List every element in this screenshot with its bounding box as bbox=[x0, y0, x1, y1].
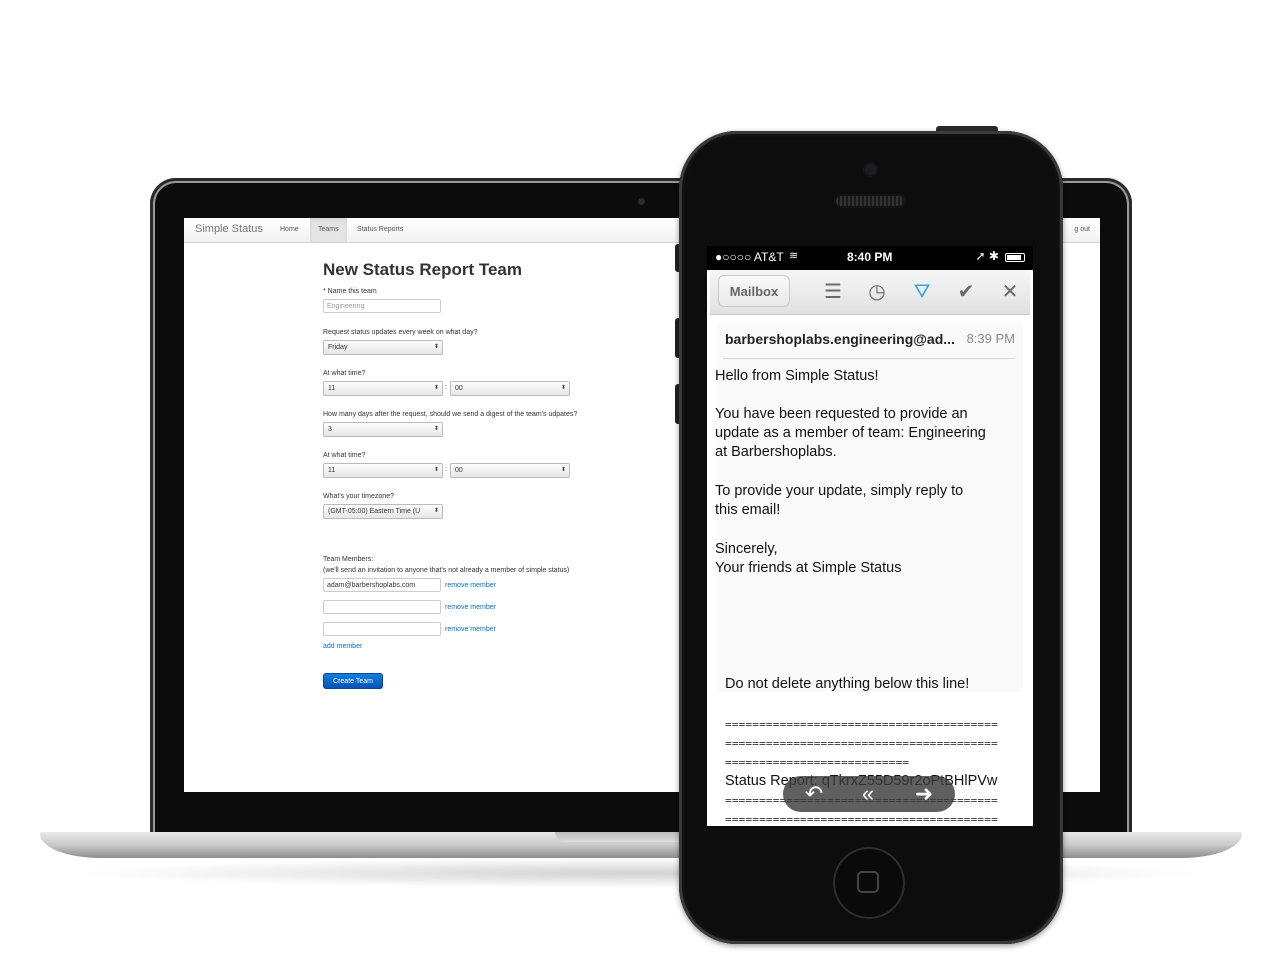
signoff-line: Your friends at Simple Status bbox=[715, 560, 902, 576]
time2-label: At what time? bbox=[323, 452, 366, 459]
time1-minute-select[interactable]: 00 ⬍ bbox=[450, 381, 570, 396]
select-arrows-icon: ⬍ bbox=[433, 508, 439, 514]
body-line: To provide your update, simply reply to bbox=[715, 483, 964, 499]
team-name-input[interactable]: Engineering bbox=[323, 299, 441, 313]
member-email-input-3[interactable] bbox=[323, 622, 441, 636]
nav-teams[interactable]: Teams bbox=[310, 218, 347, 242]
sender-address: barbershoplabs.engineering@ad... bbox=[725, 331, 955, 347]
time1-minute-value: 00 bbox=[455, 385, 463, 392]
phone-speaker bbox=[836, 196, 904, 206]
time-separator: : bbox=[445, 384, 447, 391]
digest-days-select[interactable]: 3 ⬍ bbox=[323, 422, 443, 437]
status-time: 8:40 PM bbox=[847, 250, 893, 264]
nav-home[interactable]: Home bbox=[272, 218, 307, 242]
remove-member-link-3[interactable]: remove member bbox=[445, 626, 496, 633]
select-arrows-icon: ⬍ bbox=[433, 344, 439, 350]
phone-front-camera bbox=[865, 164, 876, 175]
laptop-camera bbox=[638, 198, 645, 205]
reply-all-icon[interactable]: « bbox=[853, 780, 883, 808]
body-line: this email! bbox=[715, 502, 781, 518]
carrier-signal: ●○○○○ AT&T bbox=[715, 250, 784, 264]
team-members-label: Team Members: bbox=[323, 556, 374, 563]
remove-member-link-1[interactable]: remove member bbox=[445, 582, 496, 589]
timezone-label: What's your timezone? bbox=[323, 493, 394, 500]
timezone-select[interactable]: (GMT-05:00) Eastern Time (U ⬍ bbox=[323, 504, 443, 519]
create-team-button[interactable]: Create Team bbox=[323, 673, 383, 689]
home-square-icon bbox=[857, 871, 879, 893]
greeting-line: Hello from Simple Status! bbox=[715, 368, 879, 384]
member-email-input-2[interactable] bbox=[323, 600, 441, 614]
time1-hour-select[interactable]: 11 ⬍ bbox=[323, 381, 443, 396]
body-line: You have been requested to provide an bbox=[715, 406, 968, 422]
archive-tray-icon[interactable]: ⛛ bbox=[909, 279, 935, 305]
time2-hour-value: 11 bbox=[328, 467, 336, 474]
digest-days-value: 3 bbox=[328, 426, 332, 433]
separator-line: ======================================== bbox=[725, 737, 998, 750]
battery-icon bbox=[1005, 253, 1025, 262]
checkmark-icon[interactable]: ✔ bbox=[953, 279, 979, 305]
body-line: at Barbershoplabs. bbox=[715, 444, 837, 460]
separator-line: =========================== bbox=[725, 756, 910, 769]
remove-member-link-2[interactable]: remove member bbox=[445, 604, 496, 611]
clock-icon[interactable]: ◷ bbox=[864, 279, 890, 305]
close-icon[interactable]: ✕ bbox=[997, 279, 1023, 305]
day-select[interactable]: Friday ⬍ bbox=[323, 340, 443, 355]
digest-label: How many days after the request, should … bbox=[323, 411, 578, 418]
time2-minute-value: 00 bbox=[455, 467, 463, 474]
mail-toolbar: Mailbox ☰ ◷ ⛛ ✔ ✕ bbox=[710, 270, 1030, 315]
separator-line: ======================================== bbox=[725, 718, 998, 731]
reply-icon[interactable]: ↶ bbox=[799, 780, 829, 808]
do-not-delete-warning: Do not delete anything below this line! bbox=[725, 676, 970, 692]
member-email-input-1[interactable]: adam@barbershoplabs.com bbox=[323, 578, 441, 592]
list-icon[interactable]: ☰ bbox=[820, 279, 846, 305]
day-label: Request status updates every week on wha… bbox=[323, 329, 478, 336]
time1-hour-value: 11 bbox=[328, 385, 336, 392]
time2-hour-select[interactable]: 11 ⬍ bbox=[323, 463, 443, 478]
phone-home-button[interactable] bbox=[833, 847, 905, 919]
team-members-note: (we'll send an invitation to anyone that… bbox=[323, 567, 570, 574]
select-arrows-icon: ⬍ bbox=[560, 385, 566, 391]
add-member-link[interactable]: add member bbox=[323, 643, 362, 650]
select-arrows-icon: ⬍ bbox=[560, 467, 566, 473]
day-select-value: Friday bbox=[328, 344, 348, 351]
time-separator: : bbox=[445, 466, 447, 473]
phone-screen: ●○○○○ AT&T ≋ 8:40 PM ➚ ✱ Mailbox ☰ ◷ ⛛ ✔… bbox=[707, 246, 1033, 826]
timezone-value: (GMT-05:00) Eastern Time (U bbox=[328, 508, 421, 515]
reply-action-bar: ↶ « ➜ bbox=[783, 776, 955, 812]
message-time: 8:39 PM bbox=[966, 331, 1015, 346]
forward-icon[interactable]: ➜ bbox=[909, 780, 939, 808]
separator-line: ======================================== bbox=[725, 813, 998, 826]
page-title: New Status Report Team bbox=[323, 260, 523, 279]
ios-status-bar: ●○○○○ AT&T ≋ 8:40 PM ➚ ✱ bbox=[707, 246, 1033, 270]
select-arrows-icon: ⬍ bbox=[433, 385, 439, 391]
select-arrows-icon: ⬍ bbox=[433, 467, 439, 473]
time2-minute-select[interactable]: 00 ⬍ bbox=[450, 463, 570, 478]
brand-logo[interactable]: Simple Status bbox=[195, 223, 263, 235]
body-line: update as a member of team: Engineering bbox=[715, 425, 986, 441]
time1-label: At what time? bbox=[323, 370, 366, 377]
team-name-label: * Name this team bbox=[323, 288, 377, 295]
signoff-line: Sincerely, bbox=[715, 541, 778, 557]
wifi-icon: ≋ bbox=[789, 250, 799, 262]
location-bluetooth-icon: ➚ ✱ bbox=[975, 249, 999, 263]
sign-out-link[interactable]: g out bbox=[1074, 218, 1090, 242]
nav-status-reports[interactable]: Status Reports bbox=[349, 218, 411, 242]
header-divider bbox=[723, 358, 1015, 359]
mailbox-back-button[interactable]: Mailbox bbox=[718, 275, 790, 307]
select-arrows-icon: ⬍ bbox=[433, 426, 439, 432]
